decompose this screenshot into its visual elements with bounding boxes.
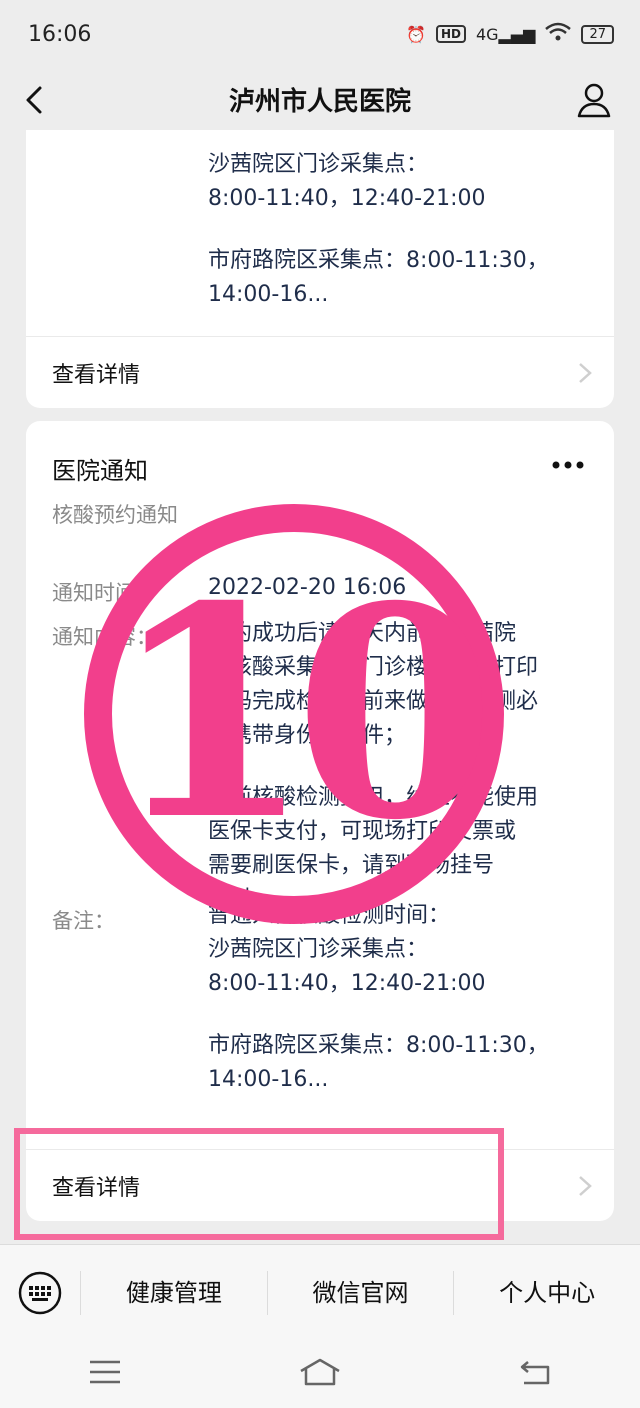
content-label: 通知内容： bbox=[52, 625, 157, 649]
view-details-label: 查看详情 bbox=[52, 363, 141, 388]
divider bbox=[26, 1149, 614, 1150]
more-button[interactable] bbox=[548, 455, 588, 475]
note-label: 备注： bbox=[52, 909, 115, 933]
card1-schedule: 沙茜院区门诊采集点： 8:00-11:40，12:40-21:00 市府路院区采… bbox=[208, 148, 588, 312]
page-title: 泸州市人民医院 bbox=[228, 86, 411, 117]
status-icons: ⏰ HD 4G▂▄▆ 27 bbox=[406, 22, 614, 46]
content-line: 预约成功后请三天内前往沙茜院 bbox=[208, 621, 517, 646]
schedule-line: 14:00-16... bbox=[208, 282, 329, 307]
content-line: 需要刷医保卡，请到现场挂号 bbox=[208, 853, 495, 878]
user-icon bbox=[577, 83, 611, 118]
status-bar: 16:06 ⏰ HD 4G▂▄▆ 27 bbox=[0, 0, 640, 68]
menu-health-management[interactable]: 健康管理 bbox=[80, 1270, 267, 1315]
home-icon bbox=[300, 1358, 340, 1386]
view-details-label: 查看详情 bbox=[52, 1176, 141, 1201]
view-details-link[interactable]: 查看详情 bbox=[26, 1151, 614, 1221]
back-arrow-icon bbox=[520, 1361, 550, 1385]
menu-wechat-site[interactable]: 微信官网 bbox=[266, 1270, 454, 1315]
keyboard-toggle-button[interactable] bbox=[0, 1270, 80, 1316]
content-text: 预约成功后请三天内前往沙茜院 区核酸采集点（门诊楼门外）打印 条码完成检测；前来… bbox=[208, 617, 588, 917]
time-value: 2022-02-20 16:06 bbox=[208, 575, 407, 600]
content-line: 目前核酸检测费用，线上不能使用 bbox=[208, 785, 539, 810]
more-icon bbox=[552, 461, 584, 469]
notice-card-previous: 沙茜院区门诊采集点： 8:00-11:40，12:40-21:00 市府路院区采… bbox=[26, 130, 614, 408]
note-text: 普通人群核酸检测时间： 沙茜院区门诊采集点： 8:00-11:40，12:40-… bbox=[208, 899, 588, 1097]
back-button[interactable] bbox=[18, 80, 58, 120]
content-line: 医保卡支付，可现场打印发票或 bbox=[208, 819, 517, 844]
content-line: 条码完成检测；前来做核酸检测必 bbox=[208, 689, 539, 714]
chevron-left-icon bbox=[26, 86, 42, 114]
divider bbox=[26, 336, 614, 337]
keyboard-icon bbox=[18, 1271, 62, 1314]
system-nav-bar bbox=[0, 1340, 640, 1408]
time-label: 通知时间： bbox=[52, 581, 157, 605]
battery-icon: 27 bbox=[581, 24, 614, 44]
schedule-line: 8:00-11:40，12:40-21:00 bbox=[208, 186, 486, 211]
signal-icon: 4G▂▄▆ bbox=[475, 24, 536, 44]
note-line: 市府路院区采集点：8:00-11:30， bbox=[208, 1033, 549, 1058]
note-line: 14:00-16... bbox=[208, 1067, 329, 1092]
back-nav-button[interactable] bbox=[518, 1358, 552, 1390]
content-line: 须携带身份证原件； bbox=[208, 723, 407, 748]
alarm-icon: ⏰ bbox=[406, 24, 426, 44]
bottom-menu: 健康管理 微信官网 个人中心 bbox=[0, 1244, 640, 1340]
note-line: 沙茜院区门诊采集点： bbox=[208, 937, 429, 962]
view-details-link[interactable]: 查看详情 bbox=[26, 338, 614, 408]
notice-card: 医院通知 核酸预约通知 通知时间： 2022-02-20 16:06 通知内容：… bbox=[26, 421, 614, 1221]
menu-personal-center[interactable]: 个人中心 bbox=[453, 1270, 640, 1315]
hd-icon: HD bbox=[435, 25, 466, 43]
wifi-icon bbox=[545, 22, 572, 46]
home-button[interactable] bbox=[298, 1357, 342, 1391]
note-line: 普通人群核酸检测时间： bbox=[208, 903, 451, 928]
menu-icon bbox=[90, 1360, 120, 1384]
schedule-line: 沙茜院区门诊采集点： bbox=[208, 152, 429, 177]
nav-bar: 泸州市人民医院 bbox=[0, 68, 640, 130]
profile-button[interactable] bbox=[574, 80, 614, 120]
schedule-line: 市府路院区采集点：8:00-11:30， bbox=[208, 248, 549, 273]
content-line: 区核酸采集点（门诊楼门外）打印 bbox=[208, 655, 539, 680]
status-time: 16:06 bbox=[28, 21, 92, 47]
note-line: 8:00-11:40，12:40-21:00 bbox=[208, 971, 486, 996]
recent-apps-button[interactable] bbox=[88, 1359, 122, 1389]
network-type: 4G bbox=[475, 24, 499, 44]
chevron-right-icon bbox=[579, 363, 592, 383]
card-title: 医院通知 bbox=[52, 457, 148, 485]
card-subtitle: 核酸预约通知 bbox=[52, 503, 178, 527]
chevron-right-icon bbox=[579, 1176, 592, 1196]
